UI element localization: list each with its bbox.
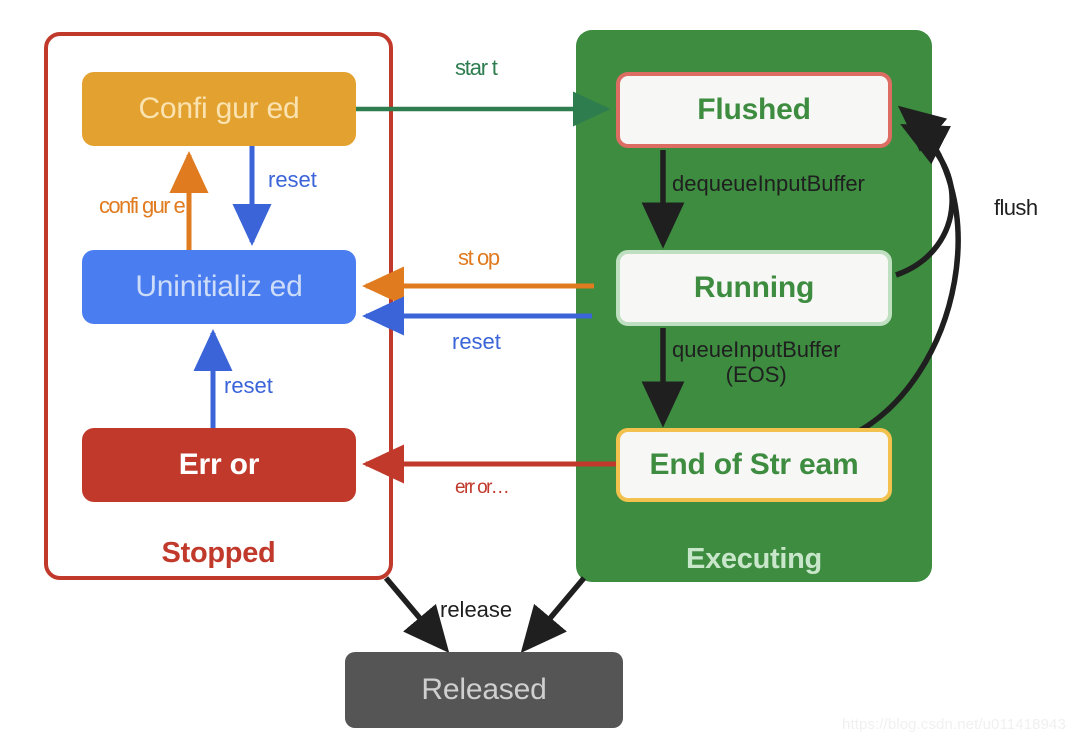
- state-node-flushed[interactable]: Flushed: [616, 72, 892, 148]
- state-node-error[interactable]: Err or: [82, 428, 356, 502]
- group-executing-label: Executing: [686, 543, 822, 575]
- state-node-uninitialized[interactable]: Uninitializ ed: [82, 250, 356, 324]
- edge-label-release: release: [440, 597, 513, 622]
- state-node-running[interactable]: Running: [616, 250, 892, 326]
- edge-label-error: err or…: [455, 477, 510, 498]
- state-node-end-of-stream[interactable]: End of Str eam: [616, 428, 892, 502]
- edge-label-configure: confi gur e: [99, 193, 186, 218]
- edge-label-queue-input-buffer: queueInputBuffer (EOS): [672, 337, 841, 387]
- edge-release-from-stopped: [383, 576, 450, 654]
- edge-release-from-executing: [520, 576, 587, 654]
- edge-label-queue-line2: (EOS): [725, 361, 787, 387]
- edge-label-queue-line1: queueInputBuffer: [672, 337, 841, 362]
- watermark: https://blog.csdn.net/u011418943: [842, 716, 1066, 733]
- state-node-released[interactable]: Released: [345, 652, 623, 728]
- group-stopped-label: Stopped: [161, 537, 276, 569]
- state-diagram-canvas: Stopped Executing Confi gur ed Uninitial…: [0, 0, 1080, 748]
- edge-label-reset-top: reset: [268, 167, 317, 192]
- edge-label-start: star t: [455, 55, 498, 80]
- state-node-configured[interactable]: Confi gur ed: [82, 72, 356, 146]
- edge-label-dequeue-input-buffer: dequeueInputBuffer: [672, 171, 865, 196]
- edge-label-reset-error: reset: [224, 373, 273, 398]
- edge-label-flush: flush: [994, 195, 1038, 220]
- edge-label-stop: st op: [458, 245, 500, 270]
- edge-label-reset-mid: reset: [452, 329, 501, 354]
